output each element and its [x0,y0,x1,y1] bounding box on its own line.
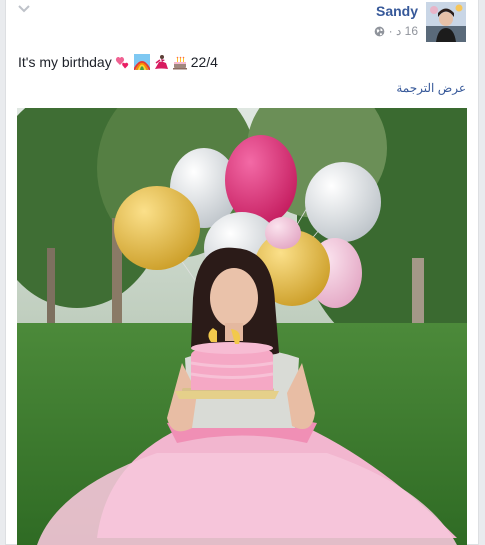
avatar-photo [426,2,466,42]
see-translation-link[interactable]: عرض الترجمة [396,81,466,95]
post-photo[interactable] [17,108,467,545]
post-timestamp[interactable]: 16 د · [389,24,418,38]
rainbow-icon [133,54,150,70]
birthday-photo [17,108,467,545]
chevron-down-icon[interactable] [17,3,31,15]
post-text: It's my birthday 22/4 [18,54,218,70]
post-date-text: 22/4 [190,54,218,70]
avatar[interactable] [426,2,466,42]
post-card: Sandy 16 د · It's my birthday 22/4 عرض ا… [5,0,479,545]
globe-icon [374,26,384,36]
dancer-icon [154,55,168,69]
birthday-cake-icon [172,56,187,70]
post-message: It's my birthday [18,54,112,70]
post-meta: 16 د · [374,24,418,38]
two-hearts-icon [115,56,128,69]
author-name[interactable]: Sandy [376,3,418,19]
